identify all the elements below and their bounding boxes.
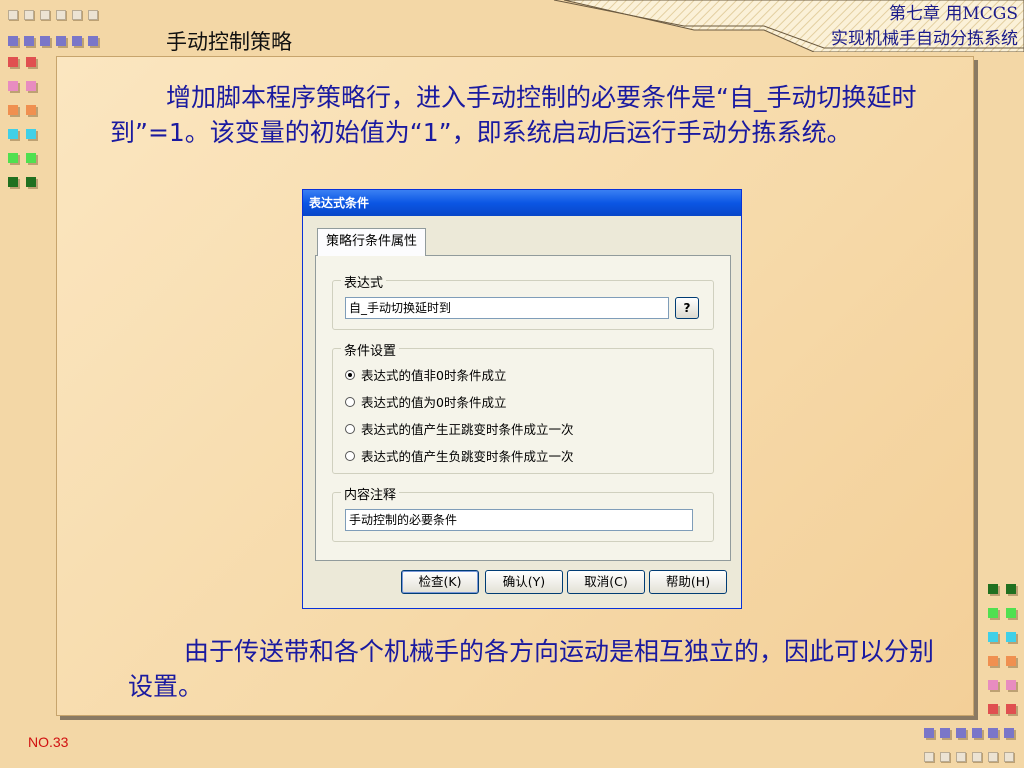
- comment-group: 内容注释 手动控制的必要条件: [332, 484, 714, 542]
- paragraph-intro-text: 增加脚本程序策略行，进入手动控制的必要条件是“自_手动切换延时到”=1。该变量的…: [110, 83, 917, 147]
- tab-strategy-condition-properties[interactable]: 策略行条件属性: [317, 228, 427, 256]
- decor-squares-bottom-row2: [924, 752, 1015, 763]
- chapter-line2: 实现机械手自动分拣系统: [831, 29, 1018, 49]
- condition-legend: 条件设置: [341, 340, 400, 359]
- radio-label: 表达式的值产生负跳变时条件成立一次: [361, 449, 574, 464]
- decor-squares-left-column: [8, 57, 38, 189]
- radio-unselected-icon: [345, 423, 355, 434]
- section-title: 手动控制策略: [166, 30, 292, 54]
- radio-unselected-icon: [345, 396, 355, 407]
- decor-squares-top-row1: [8, 10, 99, 21]
- chapter-title: 第七章 用MCGS 实现机械手自动分拣系统: [831, 2, 1018, 52]
- tab-panel: 表达式 自_手动切换延时到 ? 条件设置 表达式的值非0时条件成立 表达式的值为…: [315, 255, 731, 561]
- radio-label: 表达式的值产生正跳变时条件成立一次: [361, 422, 574, 437]
- page-number: NO.33: [28, 734, 69, 750]
- expression-legend: 表达式: [341, 272, 387, 291]
- help-button[interactable]: 帮助(H): [649, 570, 727, 594]
- paragraph-note: 由于传送带和各个机械手的各方向运动是相互独立的，因此可以分别设置。: [128, 634, 948, 704]
- comment-input[interactable]: 手动控制的必要条件: [345, 509, 693, 531]
- paragraph-note-text: 由于传送带和各个机械手的各方向运动是相互独立的，因此可以分别设置。: [128, 637, 935, 701]
- radio-label: 表达式的值非0时条件成立: [361, 368, 507, 383]
- radio-condition-zero[interactable]: 表达式的值为0时条件成立: [345, 392, 506, 411]
- radio-selected-icon: [345, 369, 355, 380]
- decor-squares-right-column: [988, 584, 1018, 716]
- check-button[interactable]: 检查(K): [401, 570, 479, 594]
- ok-button[interactable]: 确认(Y): [485, 570, 563, 594]
- cancel-button[interactable]: 取消(C): [567, 570, 645, 594]
- decor-squares-top-row2: [8, 36, 100, 48]
- expression-input[interactable]: 自_手动切换延时到: [345, 297, 669, 319]
- comment-legend: 内容注释: [341, 484, 400, 503]
- paragraph-intro: 增加脚本程序策略行，进入手动控制的必要条件是“自_手动切换延时到”=1。该变量的…: [110, 80, 930, 150]
- radio-unselected-icon: [345, 450, 355, 461]
- dialog-titlebar[interactable]: 表达式条件: [303, 190, 741, 216]
- condition-settings-group: 条件设置 表达式的值非0时条件成立 表达式的值为0时条件成立 表达式的值产生正跳…: [332, 340, 714, 474]
- radio-condition-falling-edge[interactable]: 表达式的值产生负跳变时条件成立一次: [345, 446, 574, 465]
- radio-condition-rising-edge[interactable]: 表达式的值产生正跳变时条件成立一次: [345, 419, 574, 438]
- expression-condition-dialog: 表达式条件 策略行条件属性 表达式 自_手动切换延时到 ? 条件设置 表达式的值…: [302, 189, 742, 609]
- radio-label: 表达式的值为0时条件成立: [361, 395, 507, 410]
- expression-help-button[interactable]: ?: [675, 297, 699, 319]
- decor-squares-bottom-row1: [924, 728, 1016, 740]
- expression-group: 表达式 自_手动切换延时到 ?: [332, 272, 714, 330]
- chapter-banner: 第七章 用MCGS 实现机械手自动分拣系统: [524, 0, 1024, 53]
- radio-condition-nonzero[interactable]: 表达式的值非0时条件成立: [345, 365, 506, 384]
- chapter-line1: 第七章 用MCGS: [888, 4, 1018, 24]
